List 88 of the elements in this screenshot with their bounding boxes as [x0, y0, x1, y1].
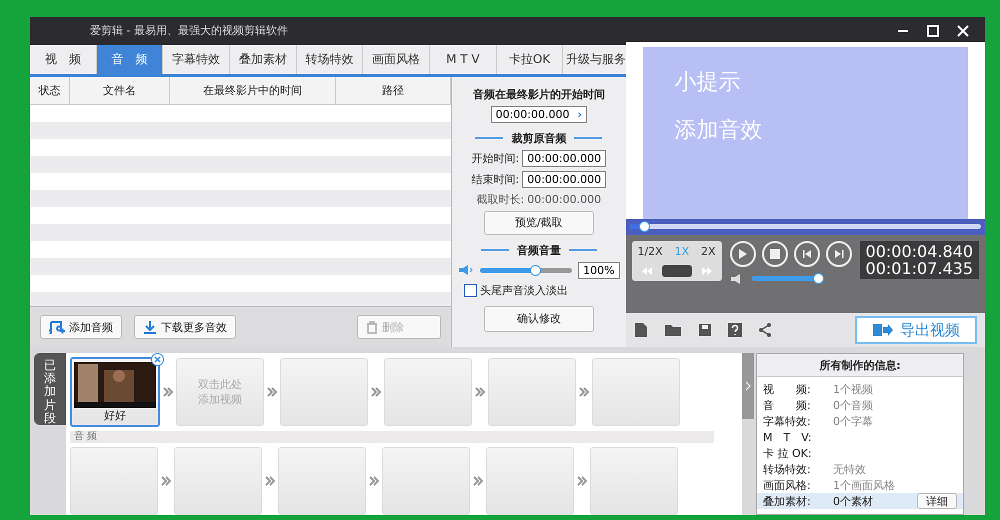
tab[interactable]: 叠加素材 — [230, 44, 297, 74]
info-label: 卡 拉 OK: — [763, 446, 813, 460]
time-display: 00:00:04.840 00:01:07.435 — [860, 240, 979, 279]
clip-name: 好好 — [104, 408, 126, 422]
info-value: 0个字幕 — [833, 414, 873, 428]
info-label: 音 频: — [763, 398, 812, 412]
chevron-icon — [371, 387, 381, 397]
maximize-icon[interactable] — [927, 24, 939, 37]
chevron-icon — [267, 387, 277, 397]
info-label: 画面风格: — [763, 478, 812, 492]
info-label: M T V: — [763, 430, 813, 444]
confirm-button[interactable]: 确认修改 — [484, 306, 594, 332]
music-icon — [49, 320, 65, 334]
next-frame-icon — [834, 248, 844, 259]
info-value: 0个素材 — [833, 494, 873, 508]
volume-field[interactable]: 100% — [578, 262, 620, 279]
info-title: 所有制作的信息: — [819, 358, 901, 372]
column-header: 文件名 — [70, 76, 170, 104]
clips-tab[interactable]: 已添加片段 — [34, 353, 66, 425]
section-title: 音频音量 — [516, 242, 561, 258]
previous-frame-button[interactable] — [794, 240, 820, 267]
speed-option[interactable]: 1/2X — [637, 244, 663, 258]
column-header: 状态 — [30, 76, 70, 104]
info-label: 转场特效: — [763, 462, 812, 476]
new-file-icon[interactable] — [634, 322, 648, 338]
next-frame-button[interactable] — [826, 240, 852, 267]
tab[interactable]: 字幕特效 — [163, 44, 230, 74]
help-icon[interactable] — [728, 323, 742, 337]
tip-text: 添加音效 — [674, 116, 764, 145]
folder-icon[interactable] — [664, 323, 682, 337]
download-icon — [143, 320, 157, 334]
details-button[interactable]: 详细 — [917, 493, 957, 509]
duration-value: 00:00:00.000 — [527, 192, 602, 206]
speed-control[interactable]: 1/2X 1X 2X — [632, 240, 722, 281]
chevron-icon — [163, 387, 173, 397]
tab[interactable]: 卡拉OK — [496, 44, 564, 74]
speaker-icon — [458, 264, 474, 276]
export-icon — [872, 323, 894, 337]
volume-slider[interactable] — [480, 268, 572, 273]
window-title: 爱剪辑 - 最易用、最强大的视频剪辑软件 — [90, 23, 288, 38]
chevron-icon — [265, 476, 275, 486]
progress-bar[interactable] — [630, 224, 981, 230]
preview-button[interactable]: 预览/截取 — [484, 210, 594, 235]
time-field[interactable]: 00:00:00.000 — [522, 170, 606, 188]
volume-slider[interactable] — [752, 276, 822, 282]
chevron-icon — [473, 476, 483, 486]
chevron-icon — [745, 381, 751, 391]
time-field[interactable]: 00:00:00.000 — [522, 150, 606, 167]
chevron-icon — [475, 387, 485, 397]
info-value: 0个音频 — [833, 398, 873, 412]
save-icon[interactable] — [698, 323, 712, 337]
chevron-icon — [369, 476, 379, 486]
field-label: 结束时间: — [472, 172, 520, 187]
checkbox-label: 头尾声音淡入淡出 — [480, 282, 568, 298]
play-button[interactable] — [730, 240, 756, 267]
chevron-icon — [161, 476, 171, 486]
tip-title: 小提示 — [674, 68, 742, 97]
chevron-icon — [579, 387, 589, 397]
field-label: 截取时长: — [476, 192, 524, 207]
share-icon[interactable] — [758, 323, 772, 337]
stop-button[interactable] — [762, 240, 788, 267]
info-value: 1个画面风格 — [833, 478, 895, 492]
field-label: 开始时间: — [472, 150, 520, 166]
trash-icon — [366, 320, 378, 334]
stop-icon — [770, 248, 780, 259]
info-value: 无特效 — [833, 462, 866, 476]
checkbox[interactable] — [464, 284, 478, 297]
tab[interactable]: M T V — [430, 44, 497, 74]
tab[interactable]: 转场特效 — [296, 44, 364, 74]
speed-option[interactable]: 2X — [701, 244, 716, 258]
previous-frame-icon — [802, 248, 812, 259]
add-audio-button[interactable]: 添加音频 — [40, 315, 122, 339]
info-value: 1个视频 — [833, 382, 873, 396]
start-time-field[interactable]: 00:00:00.000 › — [490, 106, 588, 123]
tab[interactable]: 音 频 — [96, 44, 164, 74]
download-button[interactable]: 下载更多音效 — [134, 315, 236, 339]
info-label: 视 频: — [763, 382, 812, 396]
chevron-icon — [577, 476, 587, 486]
section-title: 音频在最终影片的开始时间 — [472, 86, 605, 102]
tab[interactable]: 画面风格 — [363, 44, 430, 74]
play-icon — [738, 248, 748, 260]
close-icon[interactable] — [151, 353, 164, 366]
export-button[interactable]: 导出视频 — [855, 316, 977, 344]
audio-track-label: 音 频 — [70, 431, 714, 443]
column-header: 在最终影片中的时间 — [170, 76, 336, 104]
info-label: 字幕特效: — [763, 414, 812, 428]
info-label: 叠加素材: — [763, 494, 812, 508]
section-title: 裁剪原音频 — [511, 130, 566, 146]
